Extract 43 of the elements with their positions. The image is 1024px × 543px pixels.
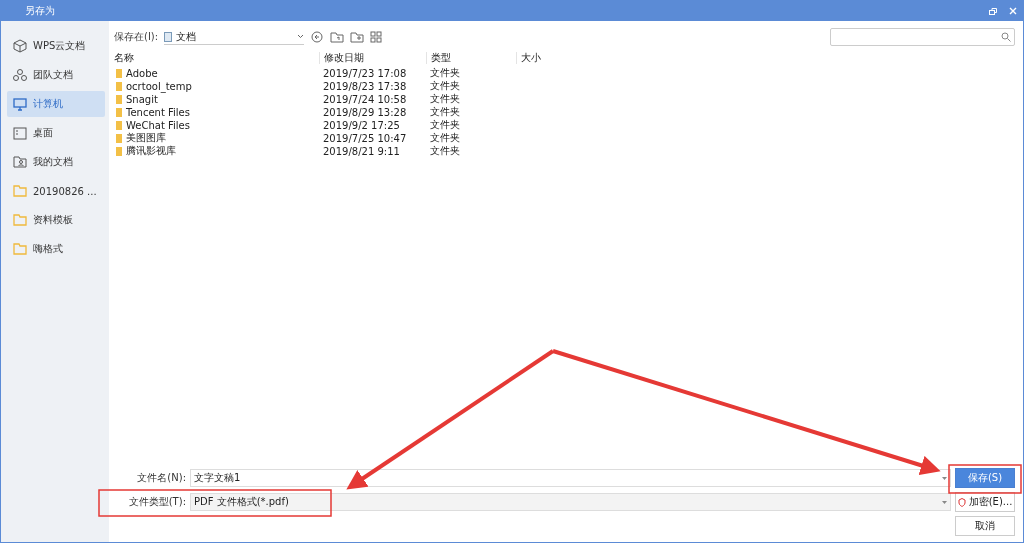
table-cell-text: 2019/8/21 9:11 bbox=[322, 145, 401, 157]
location-dropdown[interactable]: 文档 bbox=[164, 29, 305, 45]
sidebar-item[interactable]: 资料模板 bbox=[7, 207, 105, 233]
sidebar-item[interactable]: 计算机 bbox=[7, 91, 105, 117]
column-header[interactable]: 修改日期 bbox=[319, 51, 426, 64]
column-header[interactable]: 名称 bbox=[114, 51, 319, 64]
column-header[interactable]: 大小 bbox=[516, 51, 576, 64]
location-label: 保存在(I): bbox=[114, 30, 159, 44]
sidebar-item[interactable]: WPS云文档 bbox=[7, 33, 105, 59]
table-cell-text: 2019/8/23 17:38 bbox=[322, 80, 408, 92]
encrypt-button[interactable]: 加密(E)... bbox=[955, 492, 1015, 512]
sidebar-item[interactable]: 20190826 ... bbox=[7, 178, 105, 204]
sidebar-item[interactable]: 桌面 bbox=[7, 120, 105, 146]
file-name[interactable]: ocrtool_temp bbox=[114, 80, 319, 92]
table-cell-text: 文件夹 bbox=[429, 66, 461, 80]
sidebar-item[interactable]: 我的文档 bbox=[7, 149, 105, 175]
table-cell-text: 文件夹 bbox=[429, 92, 461, 106]
sidebar-item[interactable]: 嗨格式 bbox=[7, 236, 105, 262]
sidebar-item[interactable]: 团队文档 bbox=[7, 62, 105, 88]
file-name[interactable]: 腾讯影视库 bbox=[114, 144, 319, 158]
file-name[interactable]: Tencent Files bbox=[114, 106, 319, 118]
table-cell-text: 2019/9/2 17:25 bbox=[322, 119, 401, 131]
file-name[interactable]: Snagit bbox=[114, 93, 319, 105]
file-name[interactable]: Adobe bbox=[114, 67, 319, 79]
cancel-button[interactable]: 取消 bbox=[955, 516, 1015, 536]
save-button[interactable]: 保存(S) bbox=[955, 468, 1015, 488]
table-cell-text: 文件夹 bbox=[429, 105, 461, 119]
table-cell-text: 文件夹 bbox=[429, 144, 461, 158]
table-cell-text: 2019/7/25 10:47 bbox=[322, 132, 408, 144]
table-cell-text: 2019/7/23 17:08 bbox=[322, 67, 408, 79]
column-header[interactable]: 类型 bbox=[426, 51, 516, 64]
table-cell-text: 文件夹 bbox=[429, 118, 461, 132]
filename-field[interactable]: 文字文稿1 bbox=[190, 469, 951, 487]
filename-label: 文件名(N): bbox=[136, 471, 186, 485]
table-cell-text: 2019/7/24 10:58 bbox=[322, 93, 408, 105]
table-cell-text: 文件夹 bbox=[429, 131, 461, 145]
file-name[interactable]: WeChat Files bbox=[114, 119, 319, 131]
table-cell-text: 2019/8/29 13:28 bbox=[322, 106, 408, 118]
window-title: 另存为 bbox=[25, 4, 55, 18]
filetype-label: 文件类型(T): bbox=[127, 495, 186, 509]
table-cell-text: 文件夹 bbox=[429, 79, 461, 93]
filetype-dropdown[interactable]: PDF 文件格式(*.pdf) bbox=[190, 493, 951, 511]
file-name[interactable]: 美图图库 bbox=[114, 131, 319, 145]
